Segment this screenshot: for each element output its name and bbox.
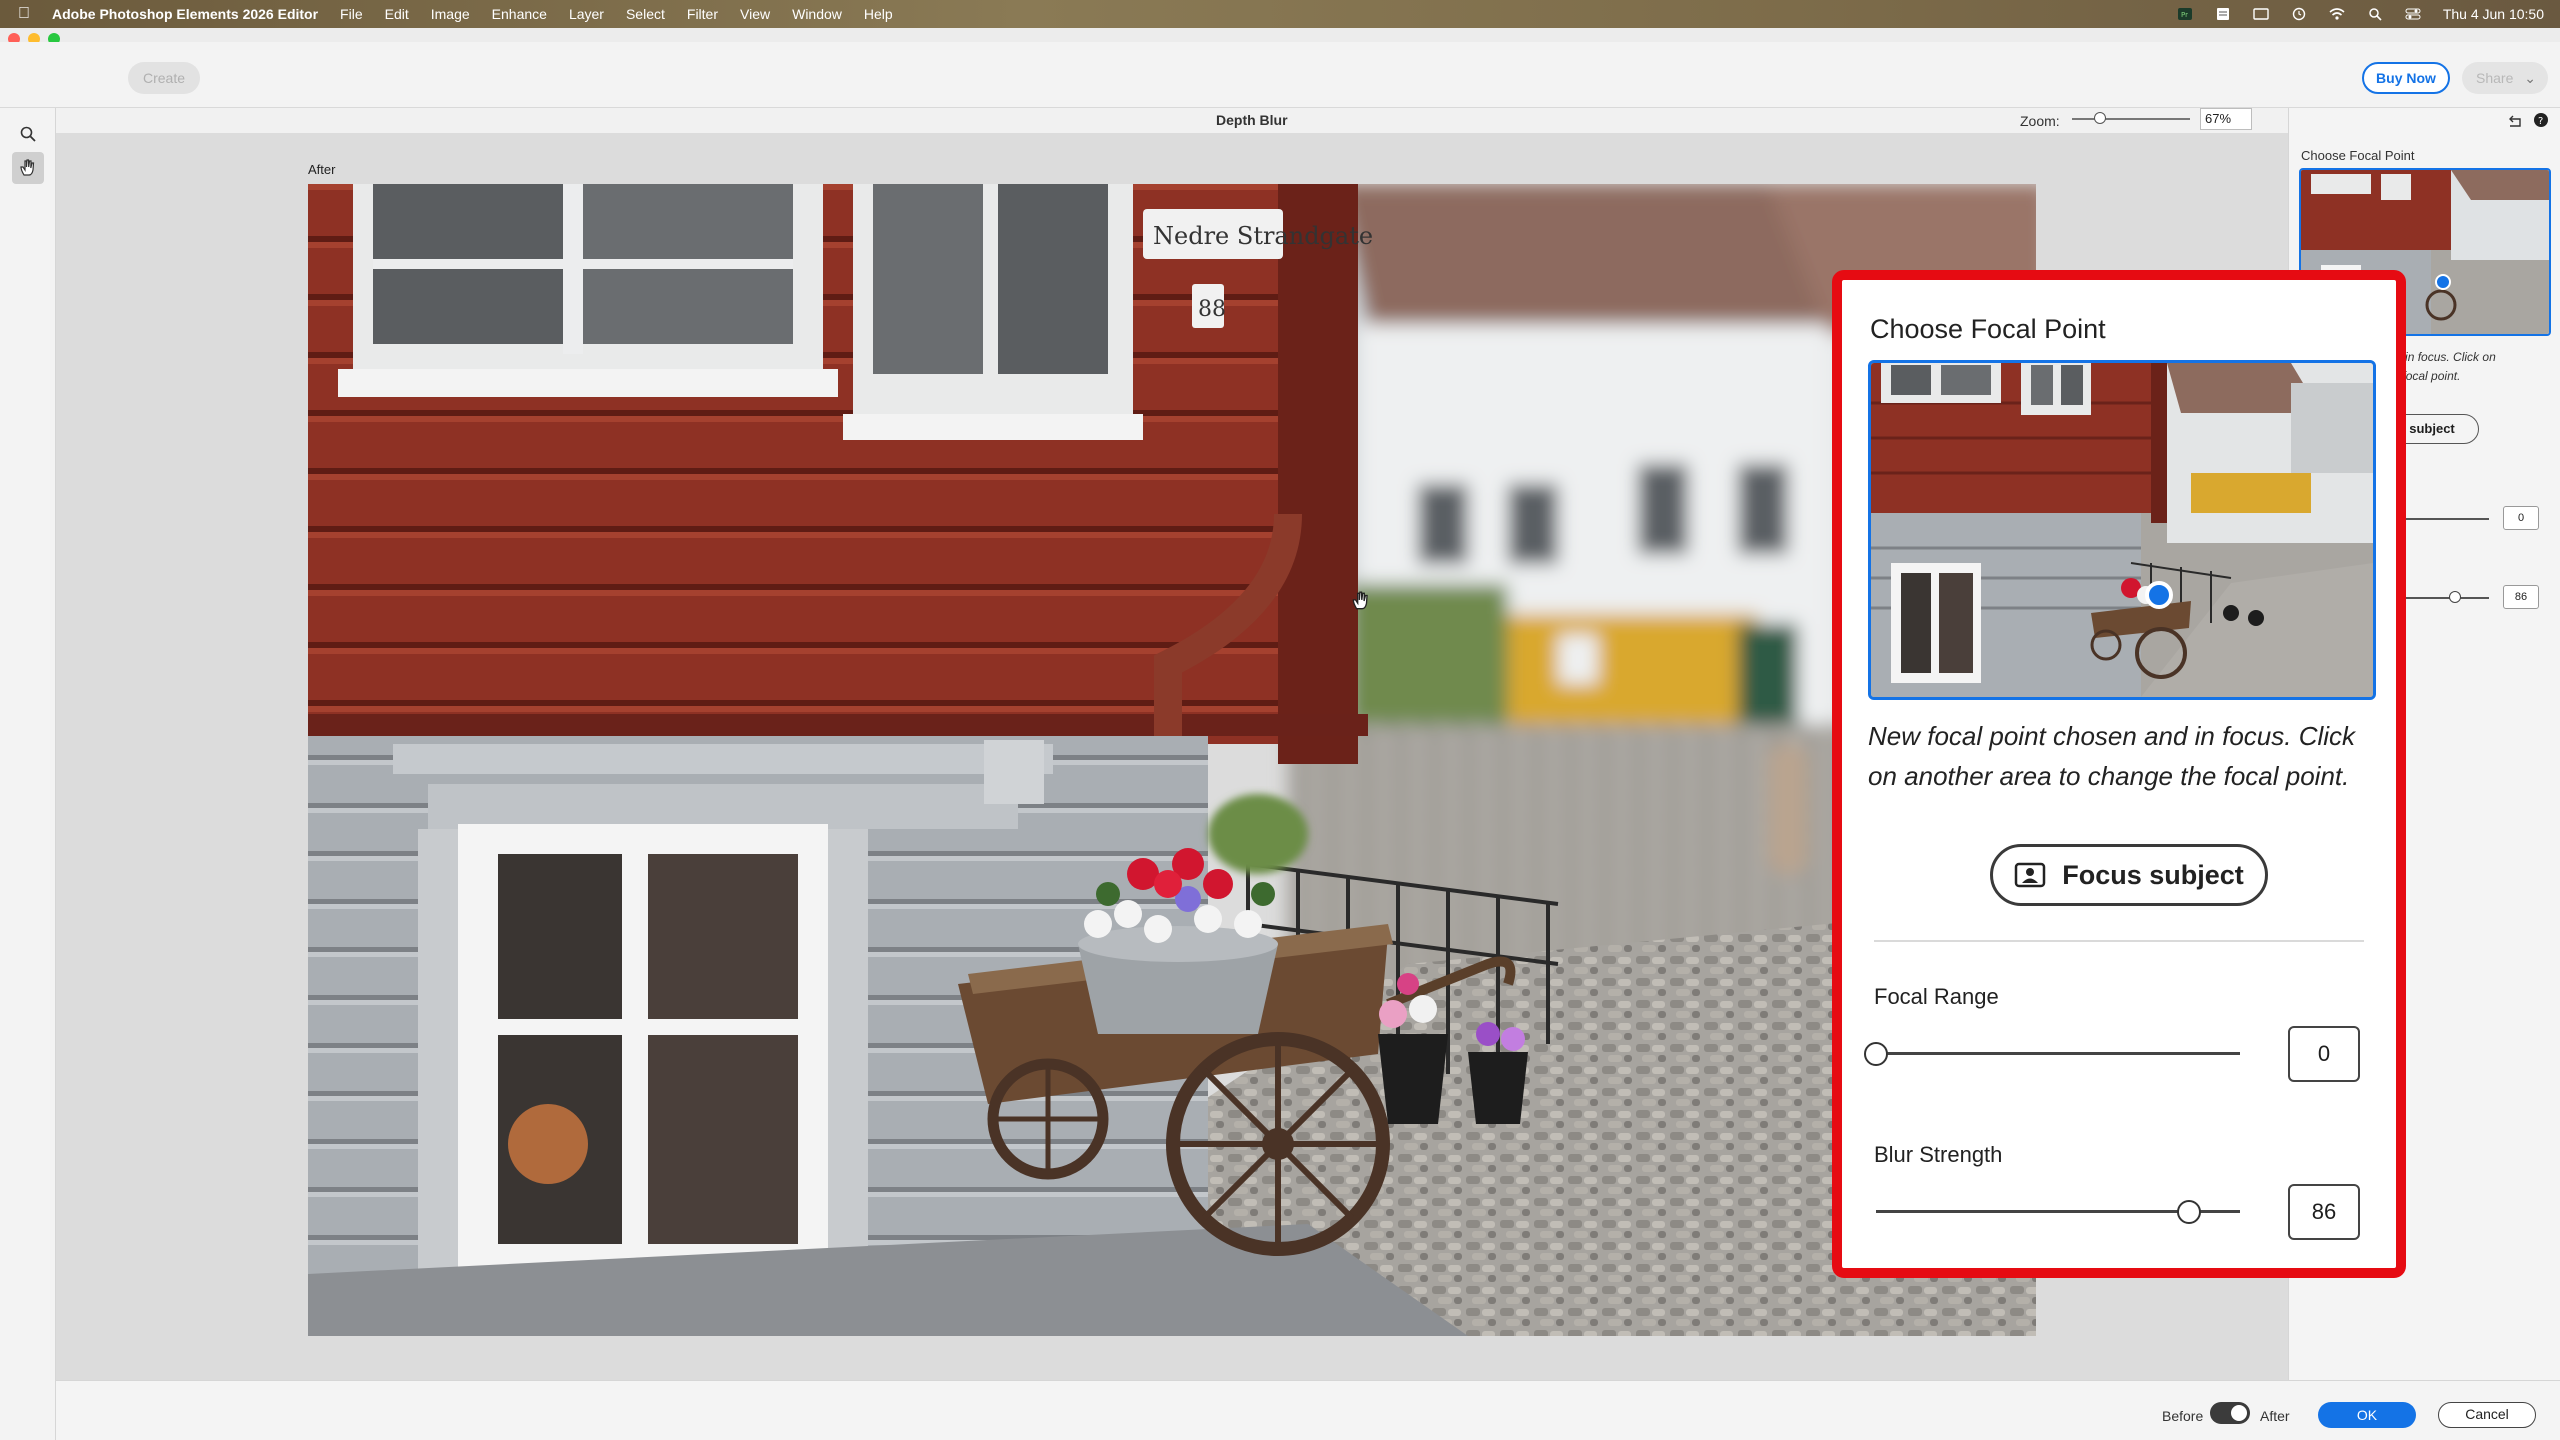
focal-range-slider-thumb[interactable] [1864,1042,1888,1066]
spotlight-search-icon[interactable] [2367,7,2383,21]
menu-help[interactable]: Help [864,6,893,22]
blur-strength-value-field[interactable]: 86 [2288,1184,2360,1240]
control-center-icon[interactable] [2405,7,2421,21]
panel-blur-strength-value[interactable]: 86 [2503,585,2539,609]
top-toolbar: Create Buy Now Share ⌄ [0,42,2560,108]
menu-file[interactable]: File [340,6,363,22]
focal-range-value-field[interactable]: 0 [2288,1026,2360,1082]
zoom-slider-thumb[interactable] [2094,112,2106,124]
panel-title: Choose Focal Point [2301,148,2415,163]
document-icon[interactable] [2215,7,2231,21]
display-icon[interactable] [2253,7,2269,21]
canvas-header: Depth Blur [56,108,2288,134]
share-button[interactable]: Share ⌄ [2462,62,2548,94]
focal-range-label: Focal Range [1874,984,1999,1009]
macos-menu-bar:  Adobe Photoshop Elements 2026 Editor F… [0,0,2560,28]
callout-focal-point-marker[interactable] [2145,581,2173,609]
before-label: Before [2162,1408,2204,1424]
time-machine-icon[interactable] [2291,7,2307,21]
svg-text:Pr: Pr [2181,11,2188,19]
focus-subject-label: Focus subject [2062,859,2244,890]
callout-description: New focal point chosen and in focus. Cli… [1868,721,2356,791]
view-label: After [308,162,336,177]
wifi-icon[interactable] [2329,7,2345,21]
menu-view[interactable]: View [740,6,770,22]
menu-window[interactable]: Window [792,6,842,22]
chevron-down-icon: ⌄ [2524,70,2536,86]
before-after-toggle[interactable] [2210,1402,2250,1424]
person-frame-icon [2014,862,2046,888]
menu-image[interactable]: Image [431,6,470,22]
menu-enhance[interactable]: Enhance [492,6,547,22]
menu-app-icon[interactable]: Pr [2177,7,2193,21]
focal-range-slider-track[interactable] [1876,1052,2240,1055]
zoom-value-field[interactable]: 67% [2200,108,2252,130]
focal-point-marker[interactable] [2435,274,2451,290]
window-titlebar [0,28,2560,42]
ok-button[interactable]: OK [2318,1402,2416,1428]
zoom-callout-panel: Choose Focal Point New focal point chose… [1832,270,2406,1278]
canvas-title: Depth Blur [1216,112,1288,128]
panel-focal-range-value[interactable]: 0 [2503,506,2539,530]
menu-clock[interactable]: Thu 4 Jun 10:50 [2443,6,2544,22]
zoom-tool-icon[interactable] [12,118,44,150]
share-button-label: Share [2476,70,2514,86]
apple-menu-icon[interactable]:  [18,5,38,23]
callout-divider [1874,940,2364,942]
cancel-button[interactable]: Cancel [2438,1402,2536,1428]
tool-rail [0,108,56,1440]
reset-icon[interactable] [2507,114,2523,128]
callout-focal-thumbnail[interactable] [1868,360,2376,700]
menu-filter[interactable]: Filter [687,6,718,22]
hand-tool-icon[interactable] [12,152,44,184]
help-icon[interactable]: ? [2533,112,2549,128]
after-label: After [2260,1408,2290,1424]
panel-blur-strength-thumb[interactable] [2449,591,2461,603]
menu-layer[interactable]: Layer [569,6,604,22]
blur-strength-label: Blur Strength [1874,1142,2003,1167]
photo-preview[interactable]: Nedre Strandgate 88 [308,184,2036,1336]
focus-subject-button[interactable]: Focus subject [1990,844,2268,906]
hand-cursor-icon [1352,591,1368,610]
street-sign-text: Nedre Strandgate [1153,222,1373,250]
zoom-label: Zoom: [2020,113,2060,129]
menu-select[interactable]: Select [626,6,665,22]
blur-strength-slider-thumb[interactable] [2177,1200,2202,1224]
zoom-slider-track[interactable] [2072,118,2190,120]
house-number-text: 88 [1198,297,1226,322]
menu-edit[interactable]: Edit [385,6,409,22]
callout-title: Choose Focal Point [1870,314,2106,344]
app-name-menu[interactable]: Adobe Photoshop Elements 2026 Editor [52,6,318,22]
buy-now-button[interactable]: Buy Now [2362,62,2450,94]
create-button[interactable]: Create [128,62,200,94]
svg-text:?: ? [2538,116,2543,127]
